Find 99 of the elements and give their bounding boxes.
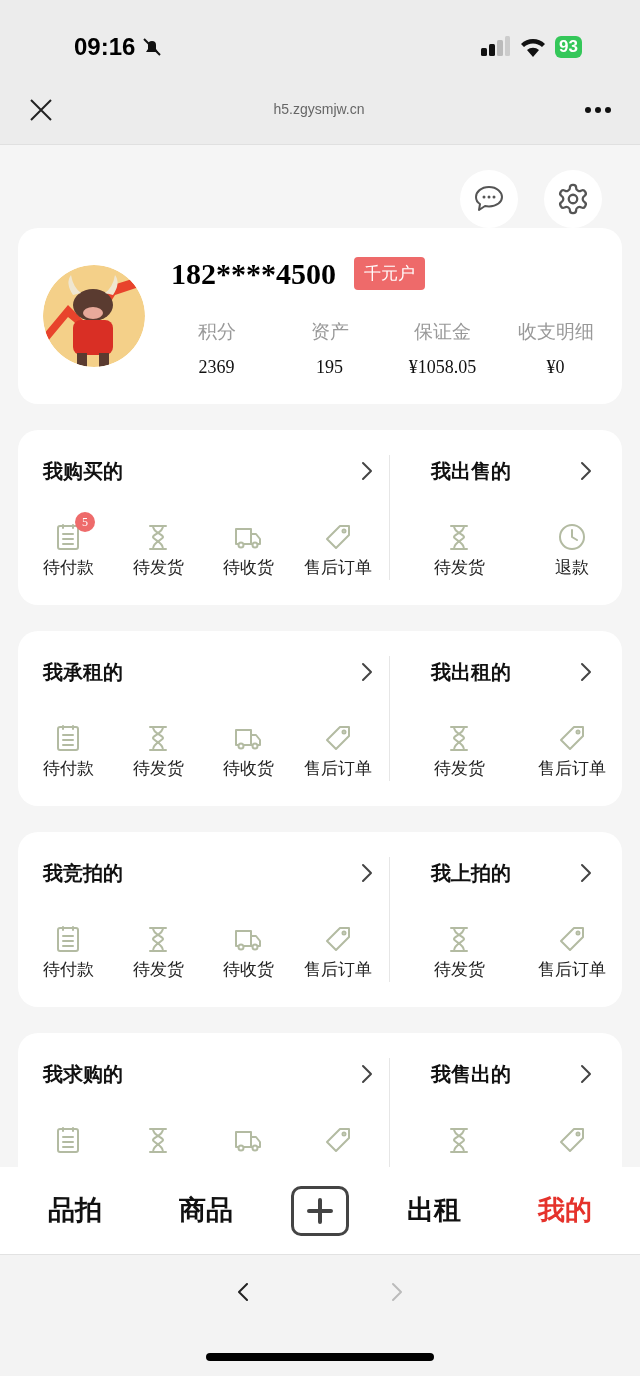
order-status-item[interactable]: 待发货 — [419, 512, 499, 580]
chevron-icon — [361, 1064, 373, 1084]
order-status-item[interactable]: 待发货 — [419, 713, 499, 781]
item-label: 售后订单 — [538, 959, 606, 981]
level-badge: 千元户 — [354, 256, 425, 290]
chevron-icon — [580, 662, 592, 682]
tag-icon — [323, 924, 353, 954]
order-status-item[interactable]: 待付款 — [28, 713, 108, 781]
stat-item[interactable]: 收支明细 ¥0 — [499, 317, 612, 382]
battery-level: 93 — [555, 35, 582, 58]
order-status-item[interactable]: 售后订单 — [298, 914, 378, 982]
chevron-icon — [361, 863, 373, 883]
order-status-item[interactable]: 售后订单 — [532, 914, 612, 982]
more-icon[interactable] — [584, 105, 612, 114]
stat-value: ¥0 — [546, 356, 565, 380]
item-label: 售后订单 — [304, 959, 372, 981]
chat-icon — [473, 184, 505, 214]
signal-icon — [479, 35, 512, 58]
order-status-item[interactable]: 待发货 — [118, 512, 198, 580]
item-label: 待收货 — [222, 557, 274, 579]
stat-value: 2369 — [198, 356, 235, 380]
clock-icon — [557, 522, 587, 552]
settings-icon — [556, 182, 590, 216]
stat-label: 积分 — [197, 319, 236, 344]
order-status-item[interactable]: 待收货 — [208, 512, 288, 580]
section-title: 我上拍的 — [431, 861, 511, 886]
section-title: 我出租的 — [431, 660, 511, 685]
item-label: 售后订单 — [538, 758, 606, 780]
tag-icon — [323, 522, 353, 552]
page-url: h5.zgysmjw.cn — [273, 100, 365, 119]
item-label: 待付款 — [42, 557, 94, 579]
section-header[interactable]: 我售出的 — [390, 1052, 622, 1096]
item-label: 待付款 — [42, 758, 94, 780]
section-header[interactable]: 我出租的 — [390, 650, 622, 694]
stat-item[interactable]: 积分 2369 — [160, 317, 273, 382]
order-status-item[interactable]: 售后订单 — [298, 713, 378, 781]
section-header[interactable]: 我承租的 — [18, 650, 389, 694]
section-header[interactable]: 我购买的 — [18, 449, 389, 493]
plus-icon — [306, 1197, 333, 1224]
item-label: 待发货 — [132, 758, 184, 780]
section-title: 我竞拍的 — [43, 861, 123, 886]
order-status-item[interactable]: 待发货 — [118, 914, 198, 982]
tag-icon — [557, 924, 587, 954]
tab-item[interactable]: 出租 — [389, 1190, 480, 1231]
status-time: 09:16 — [74, 31, 136, 62]
stat-label: 资产 — [310, 319, 349, 344]
tab-item[interactable]: 商品 — [160, 1190, 251, 1231]
tab-item[interactable]: 我的 — [519, 1190, 610, 1231]
item-label: 待发货 — [132, 959, 184, 981]
close-icon[interactable] — [28, 96, 54, 123]
order-status-item[interactable]: 待付款 — [28, 914, 108, 982]
item-label: 待发货 — [132, 557, 184, 579]
tag-icon — [323, 723, 353, 753]
order-status-item[interactable]: 5 待付款 — [28, 512, 108, 580]
section-title: 我购买的 — [43, 459, 123, 484]
add-button[interactable] — [290, 1185, 349, 1236]
item-label: 待付款 — [42, 959, 94, 981]
section-header[interactable]: 我上拍的 — [390, 851, 622, 895]
item-label: 退款 — [555, 557, 589, 579]
stat-item[interactable]: 保证金 ¥1058.05 — [386, 317, 499, 382]
back-icon — [237, 1282, 249, 1302]
chevron-icon — [361, 461, 373, 481]
section-title: 我承租的 — [43, 660, 123, 685]
order-status-item[interactable]: 售后订单 — [532, 713, 612, 781]
section-title: 我求购的 — [43, 1062, 123, 1087]
chevron-icon — [361, 662, 373, 682]
order-status-item[interactable]: 待发货 — [419, 914, 499, 982]
order-status-item[interactable]: 退款 — [532, 512, 612, 580]
count-badge: 5 — [75, 512, 95, 532]
tag-icon — [557, 723, 587, 753]
section-title: 我出售的 — [431, 459, 511, 484]
tag-icon — [323, 1125, 353, 1155]
forward-icon — [391, 1282, 403, 1302]
order-status-item[interactable]: 待发货 — [118, 713, 198, 781]
tab-item[interactable]: 品拍 — [30, 1190, 121, 1231]
item-label: 待发货 — [433, 758, 485, 780]
item-label: 待收货 — [222, 959, 274, 981]
order-status-item[interactable]: 待收货 — [208, 914, 288, 982]
stat-label: 保证金 — [414, 319, 471, 344]
item-label: 待发货 — [433, 557, 485, 579]
chevron-icon — [580, 461, 592, 481]
tag-icon — [557, 1125, 587, 1155]
item-label: 售后订单 — [304, 557, 372, 579]
item-label: 待收货 — [222, 758, 274, 780]
chevron-icon — [580, 1064, 592, 1084]
item-label: 售后订单 — [304, 758, 372, 780]
item-label: 待发货 — [433, 959, 485, 981]
section-header[interactable]: 我出售的 — [390, 449, 622, 493]
order-status-item[interactable]: 售后订单 — [298, 512, 378, 580]
stat-item[interactable]: 资产 195 — [273, 317, 386, 382]
chevron-icon — [580, 863, 592, 883]
stat-value: ¥1058.05 — [408, 356, 477, 380]
section-title: 我售出的 — [431, 1062, 511, 1087]
section-header[interactable]: 我竞拍的 — [18, 851, 389, 895]
user-phone: 182****4500 — [171, 255, 336, 292]
order-status-item[interactable]: 待收货 — [208, 713, 288, 781]
stat-value: 195 — [316, 356, 343, 380]
stat-label: 收支明细 — [517, 319, 594, 344]
section-header[interactable]: 我求购的 — [18, 1052, 389, 1096]
